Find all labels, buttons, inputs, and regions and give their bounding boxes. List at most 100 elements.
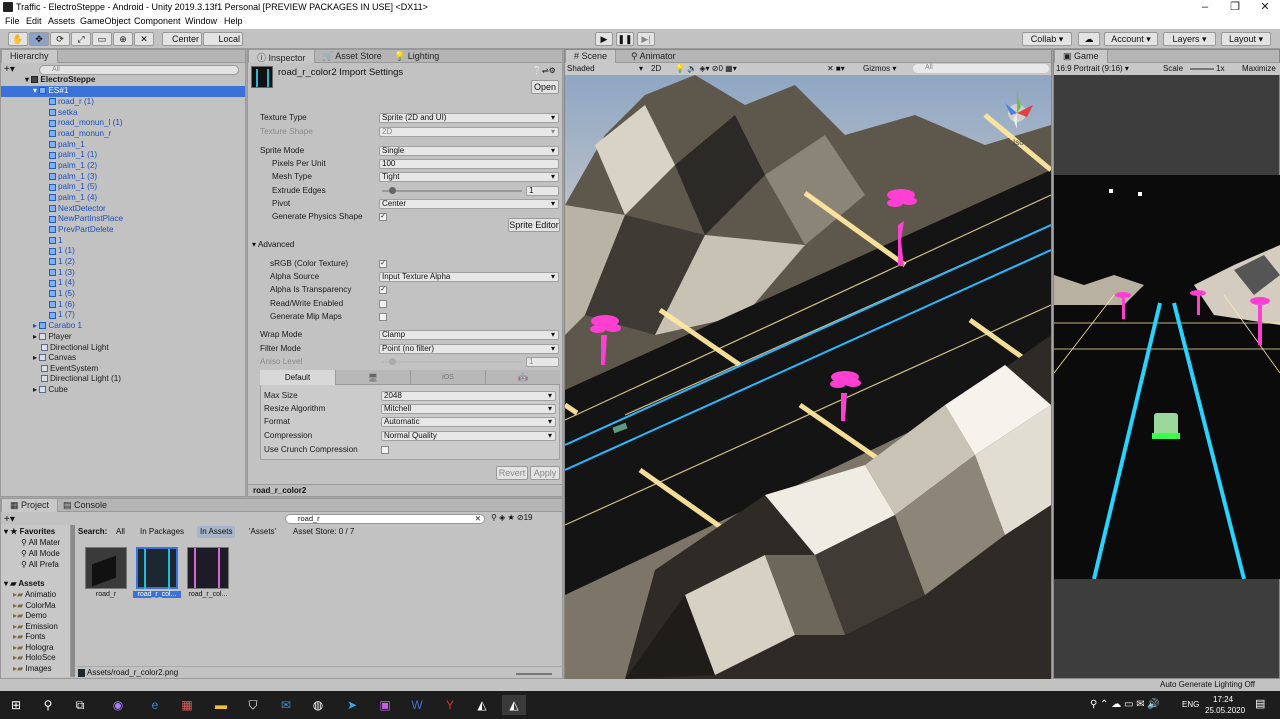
auto-lighting-status[interactable]: Auto Generate Lighting Off bbox=[1160, 679, 1255, 691]
tab-lighting[interactable]: 💡 Lighting bbox=[386, 50, 447, 63]
hierarchy-item-dirlight-1[interactable]: Directional Light (1) bbox=[41, 374, 121, 385]
hand-tool-icon[interactable]: ✋ bbox=[8, 32, 28, 46]
menu-edit[interactable]: Edit bbox=[26, 16, 42, 26]
hierarchy-item[interactable]: NextDetector bbox=[49, 204, 106, 215]
hierarchy-item[interactable]: road_monun_r bbox=[49, 129, 111, 140]
tab-hierarchy[interactable]: Hierarchy bbox=[1, 50, 58, 63]
hierarchy-item-carabo[interactable]: ▸ Carabo 1 bbox=[33, 321, 82, 332]
asset-folder[interactable]: ▸▰ Demo bbox=[13, 611, 47, 620]
hierarchy-search-input[interactable]: All bbox=[39, 65, 239, 75]
standalone-icon[interactable]: 🖥 bbox=[335, 370, 410, 385]
filter-in-packages[interactable]: In Packages bbox=[140, 526, 184, 538]
cloud-icon[interactable]: ☁ bbox=[1078, 32, 1100, 46]
shading-dropdown[interactable]: Shaded ▾ bbox=[567, 63, 643, 74]
tab-animator[interactable]: ⚲ Animator bbox=[623, 50, 684, 63]
slider-knob[interactable] bbox=[389, 187, 396, 194]
mips-checkbox[interactable] bbox=[379, 313, 387, 321]
scene-viewport[interactable]: Iso bbox=[565, 75, 1051, 679]
wrap-field[interactable]: Clamp bbox=[379, 330, 559, 340]
explorer-icon[interactable]: ▬ bbox=[209, 695, 233, 715]
gizmos-dropdown[interactable]: Gizmos ▾ bbox=[863, 63, 896, 74]
minimize-icon[interactable]: – bbox=[1190, 0, 1220, 15]
hierarchy-item[interactable]: palm_1 bbox=[49, 140, 85, 151]
hierarchy-item-es1[interactable]: ▾ ES#1 bbox=[1, 86, 245, 97]
alpha-transp-checkbox[interactable]: ✓ bbox=[379, 286, 387, 294]
toggle-2d-button[interactable]: 2D bbox=[651, 63, 661, 74]
sprite-mode-field[interactable]: Single bbox=[379, 146, 559, 156]
word-icon[interactable]: W bbox=[405, 695, 429, 715]
project-create-button[interactable]: +▾ bbox=[4, 514, 15, 525]
clock-time[interactable]: 17:24 bbox=[1213, 695, 1233, 704]
custom-tool-icon[interactable]: ✕ bbox=[134, 32, 154, 46]
menu-help[interactable]: Help bbox=[224, 16, 243, 26]
mail-icon[interactable]: ✉ bbox=[274, 695, 298, 715]
rotate-tool-icon[interactable]: ⟳ bbox=[50, 32, 70, 46]
hierarchy-item[interactable]: road_monun_l (1) bbox=[49, 118, 123, 129]
edge-icon[interactable]: e bbox=[143, 695, 167, 715]
asset-road-r[interactable] bbox=[85, 547, 127, 589]
account-button[interactable]: Account ▾ bbox=[1104, 32, 1158, 46]
menu-component[interactable]: Component bbox=[134, 16, 181, 26]
telegram-icon[interactable]: ➤ bbox=[340, 695, 364, 715]
menu-file[interactable]: File bbox=[5, 16, 20, 26]
step-button[interactable]: ▶| bbox=[637, 32, 655, 46]
hierarchy-item[interactable]: palm_1 (4) bbox=[49, 193, 97, 204]
android-icon[interactable]: 🤖 bbox=[485, 370, 560, 385]
filter-all[interactable]: All bbox=[116, 526, 125, 538]
clock-date[interactable]: 25.05.2020 bbox=[1205, 706, 1245, 715]
hierarchy-item[interactable]: palm_1 (5) bbox=[49, 182, 97, 193]
move-tool-icon[interactable]: ✥ bbox=[29, 32, 49, 46]
revert-button[interactable]: Revert bbox=[496, 466, 528, 480]
rw-checkbox[interactable] bbox=[379, 300, 387, 308]
asset-folder[interactable]: ▸▰ Images bbox=[13, 664, 52, 673]
maximize-on-play-toggle[interactable]: Maximize bbox=[1242, 63, 1276, 74]
project-search-input[interactable]: road_r ✕ bbox=[285, 514, 485, 524]
aniso-value[interactable]: 1 bbox=[526, 357, 559, 367]
slider-knob[interactable] bbox=[389, 358, 396, 365]
tab-ios-platform[interactable]: iOS bbox=[410, 370, 485, 385]
unity-hub-icon[interactable]: ◭ bbox=[470, 695, 494, 715]
hierarchy-item[interactable]: 1 (6) bbox=[49, 300, 75, 311]
tab-default-platform[interactable]: Default bbox=[260, 370, 335, 385]
texture-type-field[interactable]: Sprite (2D and UI) bbox=[379, 113, 559, 123]
layout-button[interactable]: Layout ▾ bbox=[1221, 32, 1271, 46]
menu-gameobject[interactable]: GameObject bbox=[80, 16, 131, 26]
pivot-center-button[interactable]: Center bbox=[162, 32, 202, 46]
aspect-dropdown[interactable]: 16:9 Portrait (9:16) ▾ bbox=[1056, 63, 1129, 74]
yandex-icon[interactable]: Y bbox=[438, 695, 462, 715]
hierarchy-item[interactable]: 1 (5) bbox=[49, 289, 75, 300]
advanced-foldout[interactable]: ▾ Advanced bbox=[252, 239, 294, 249]
layers-button[interactable]: Layers ▾ bbox=[1163, 32, 1216, 46]
hierarchy-item[interactable]: palm_1 (3) bbox=[49, 172, 97, 183]
filter-field[interactable]: Point (no filter) bbox=[379, 344, 559, 354]
pause-button[interactable]: ❚❚ bbox=[616, 32, 634, 46]
tree-scrollbar[interactable] bbox=[71, 525, 75, 677]
gen-physics-checkbox[interactable]: ✓ bbox=[379, 213, 387, 221]
hierarchy-item[interactable]: setka bbox=[49, 108, 78, 119]
resize-field[interactable]: Mitchell bbox=[381, 404, 556, 414]
texture-shape-field[interactable]: 2D bbox=[379, 127, 559, 137]
asset-folder[interactable]: ▸▰ HoloSce bbox=[13, 653, 56, 662]
aniso-slider[interactable] bbox=[382, 361, 522, 363]
favorite-item[interactable]: ⚲ All Prefa bbox=[21, 560, 59, 569]
srgb-checkbox[interactable]: ✓ bbox=[379, 260, 387, 268]
assets-header[interactable]: ▾ ▰ Assets bbox=[4, 579, 45, 588]
hierarchy-item[interactable]: 1 (4) bbox=[49, 278, 75, 289]
pivot-local-button[interactable]: Local bbox=[203, 32, 243, 46]
tab-scene[interactable]: # Scene bbox=[565, 50, 617, 63]
filter-in-assets[interactable]: In Assets bbox=[197, 526, 236, 538]
search-icon[interactable]: ⚲ bbox=[36, 695, 60, 715]
hierarchy-item[interactable]: NewPartInstPlace bbox=[49, 214, 123, 225]
filter-icons[interactable]: ⚲ ◈ ★ ⊘19 bbox=[491, 513, 532, 522]
filter-asset-store[interactable]: Asset Store: 0 / 7 bbox=[293, 526, 354, 538]
hierarchy-item[interactable]: palm_1 (2) bbox=[49, 161, 97, 172]
extrude-value[interactable]: 1 bbox=[526, 186, 559, 196]
tab-console[interactable]: ▤ Console bbox=[55, 499, 115, 512]
asset-folder[interactable]: ▸▰ Animatio bbox=[13, 590, 56, 599]
asset-road-r-color2[interactable] bbox=[136, 547, 178, 589]
language-indicator[interactable]: ENG bbox=[1182, 700, 1199, 709]
alpha-source-field[interactable]: Input Texture Alpha bbox=[379, 272, 559, 282]
hierarchy-item[interactable]: 1 bbox=[49, 236, 63, 247]
menu-window[interactable]: Window bbox=[185, 16, 217, 26]
help-icon[interactable]: ❔⇌⚙ bbox=[532, 66, 556, 75]
